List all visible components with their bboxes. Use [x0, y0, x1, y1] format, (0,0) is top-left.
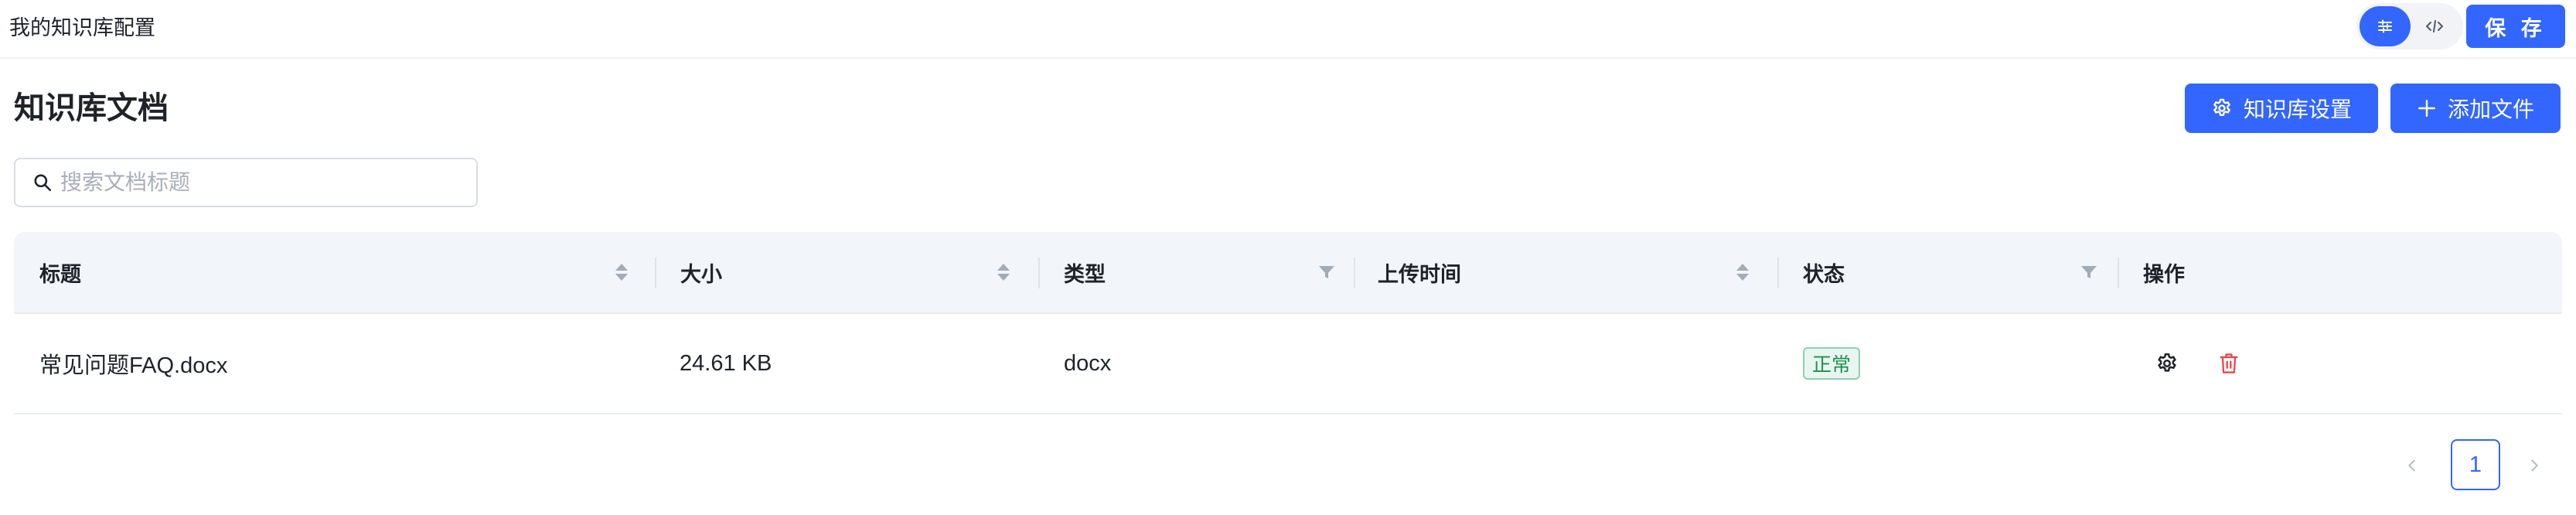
column-separator [1777, 258, 1779, 288]
sort-title-icon[interactable] [614, 232, 629, 312]
gear-icon [2213, 98, 2230, 116]
column-header-title[interactable]: 标题 [39, 232, 81, 312]
row-settings-button[interactable] [2152, 348, 2182, 379]
app-title: 我的知识库配置 [9, 16, 155, 39]
sort-upload-time-icon[interactable] [1735, 232, 1750, 312]
column-header-type[interactable]: 类型 [1064, 232, 1106, 312]
sort-size-icon[interactable] [996, 232, 1011, 312]
column-header-actions: 操作 [2143, 262, 2185, 286]
search-field[interactable] [14, 158, 478, 207]
row-delete-button[interactable] [2213, 348, 2244, 379]
filter-status-icon[interactable] [2080, 232, 2098, 312]
visual-mode-button[interactable] [2360, 6, 2411, 46]
cell-size: 24.61 KB [680, 350, 772, 376]
prev-page-button[interactable] [2389, 441, 2435, 490]
code-icon [2426, 20, 2443, 32]
chevron-left-icon [2408, 459, 2415, 472]
column-separator [1038, 258, 1040, 288]
column-header-upload-time[interactable]: 上传时间 [1378, 232, 1461, 312]
page-number-current[interactable]: 1 [2451, 439, 2500, 490]
cell-title[interactable]: 常见问题FAQ.docx [39, 314, 227, 413]
top-bar: 我的知识库配置 保 存 [0, 0, 2576, 59]
kb-settings-button[interactable]: 知识库设置 [2185, 84, 2378, 133]
view-mode-toggle [2356, 3, 2463, 49]
column-separator [1354, 258, 1355, 288]
next-page-button[interactable] [2511, 441, 2557, 490]
cell-status: 正常 [1803, 314, 1861, 413]
gear-icon [2158, 353, 2176, 372]
cell-type: docx [1064, 350, 1112, 376]
search-icon [34, 174, 52, 192]
add-file-label: 添加文件 [2447, 97, 2534, 121]
table-row[interactable]: 常见问题FAQ.docx 24.61 KB docx 正常 [14, 314, 2562, 414]
table-header: 标题 大小 类型 上传时间 状态 操作 [14, 232, 2562, 314]
trash-icon [2220, 353, 2238, 373]
save-button[interactable]: 保 存 [2466, 5, 2565, 48]
kb-settings-label: 知识库设置 [2243, 97, 2352, 121]
status-badge: 正常 [1803, 347, 1861, 380]
add-file-button[interactable]: 添加文件 [2390, 84, 2561, 133]
column-header-size[interactable]: 大小 [680, 232, 722, 312]
chevron-right-icon [2531, 459, 2538, 472]
column-separator [2118, 258, 2119, 288]
page-title: 知识库文档 [14, 91, 169, 125]
code-mode-button[interactable] [2409, 6, 2460, 46]
search-input[interactable] [60, 170, 462, 195]
column-separator [655, 258, 656, 288]
sliders-icon [2378, 19, 2392, 33]
filter-type-icon[interactable] [1317, 232, 1336, 312]
column-header-status[interactable]: 状态 [1803, 232, 1845, 312]
plus-icon [2418, 100, 2435, 117]
